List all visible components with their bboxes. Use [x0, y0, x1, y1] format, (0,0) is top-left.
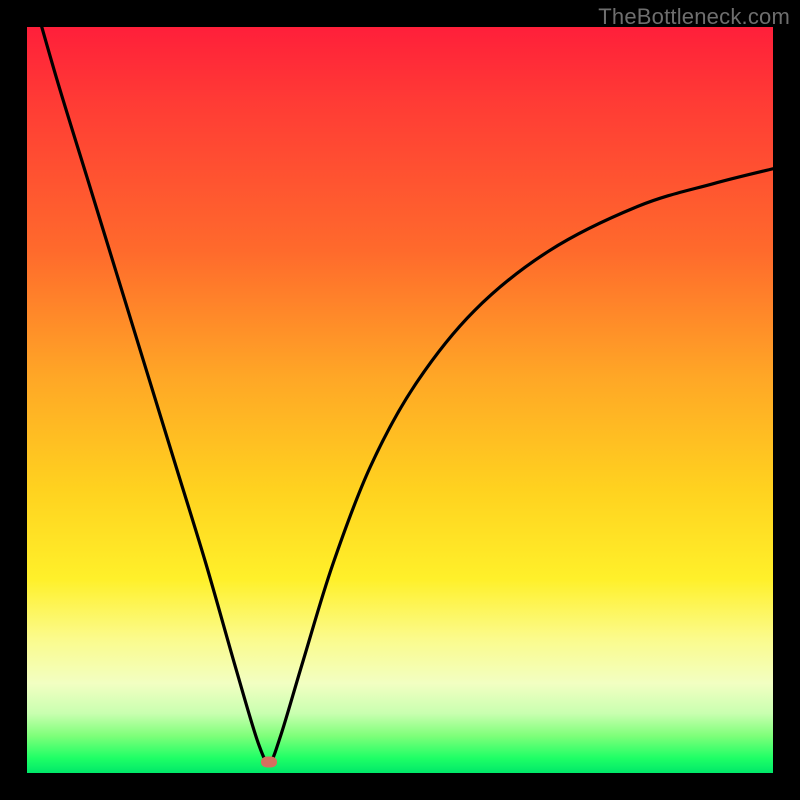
- bottleneck-curve: [27, 27, 773, 773]
- minimum-marker: [261, 756, 277, 767]
- watermark-text: TheBottleneck.com: [598, 4, 790, 30]
- chart-frame: TheBottleneck.com: [0, 0, 800, 800]
- plot-area: [27, 27, 773, 773]
